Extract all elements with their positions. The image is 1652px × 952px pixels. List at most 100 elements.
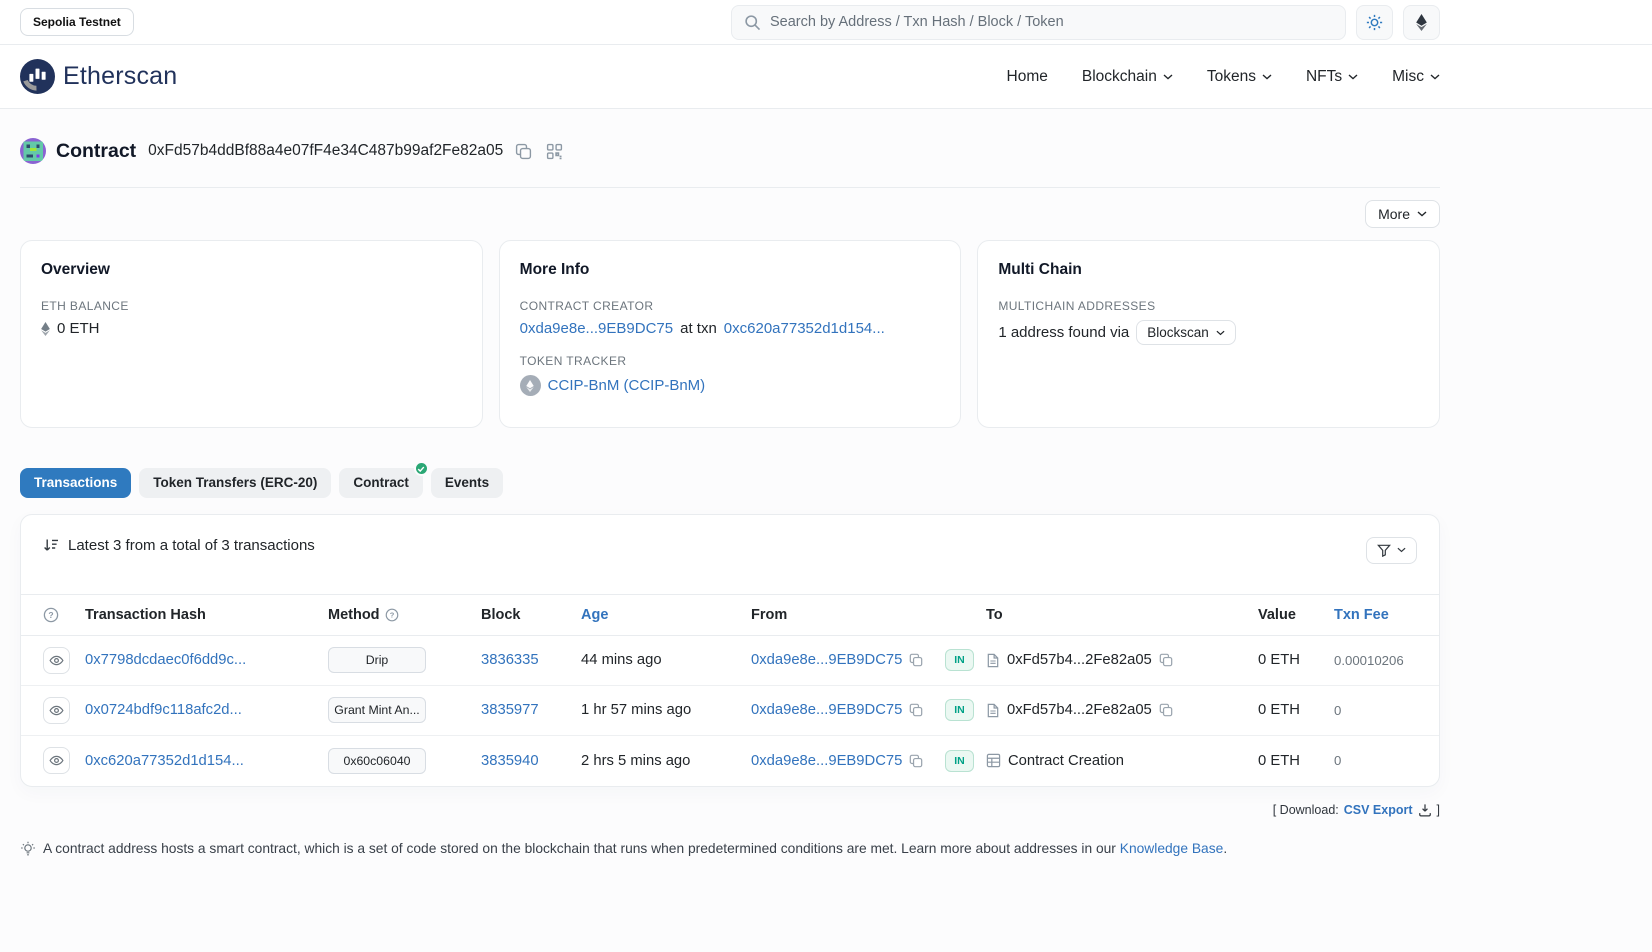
direction-badge: IN: [945, 649, 974, 671]
from-copy-button[interactable]: [909, 703, 923, 717]
eye-icon: [49, 753, 64, 768]
contract-header: Contract 0xFd57b4ddBf88a4e07fF4e34C487b9…: [20, 109, 1440, 169]
table-header: ? Transaction Hash Method ? Block Age Fr…: [21, 594, 1439, 636]
chevron-down-icon: [1348, 74, 1358, 80]
avatar: [20, 138, 46, 164]
search-input[interactable]: [770, 14, 1333, 30]
preview-tx-button[interactable]: [43, 647, 70, 674]
top-bar: Sepolia Testnet: [0, 0, 1652, 45]
block-link[interactable]: 3836335: [481, 652, 539, 668]
knowledge-base-link[interactable]: Knowledge Base: [1120, 841, 1224, 856]
qr-code-button[interactable]: [544, 141, 565, 162]
col-from: From: [751, 607, 945, 623]
etherscan-logo[interactable]: Etherscan: [20, 59, 177, 94]
download-prefix: [ Download:: [1273, 803, 1339, 817]
nav-item-label: NFTs: [1306, 68, 1342, 86]
nav-item-tokens[interactable]: Tokens: [1207, 68, 1272, 86]
more-button[interactable]: More: [1365, 200, 1440, 228]
tx-hash-link[interactable]: 0x7798dcdaec0f6dd9c...: [85, 652, 246, 668]
csv-export-link[interactable]: CSV Export: [1344, 803, 1413, 817]
eye-icon: [49, 703, 64, 718]
nav-item-label: Home: [1007, 68, 1048, 86]
value-text: 0 ETH: [1258, 702, 1334, 718]
nav-item-nfts[interactable]: NFTs: [1306, 68, 1358, 86]
note-text: A contract address hosts a smart contrac…: [43, 841, 1116, 856]
theme-toggle-button[interactable]: [1356, 5, 1393, 40]
direction-badge: IN: [945, 699, 974, 721]
tx-hash-link[interactable]: 0x0724bdf9c118afc2d...: [85, 702, 242, 718]
token-tracker-link[interactable]: CCIP-BnM (CCIP-BnM): [548, 377, 706, 394]
creation-txn-link[interactable]: 0xc620a77352d1d154...: [724, 320, 885, 337]
contract-creator-label: CONTRACT CREATOR: [520, 299, 941, 313]
filter-button[interactable]: [1366, 537, 1417, 564]
tx-table-body: 0x7798dcdaec0f6dd9c... Drip 3836335 44 m…: [21, 636, 1439, 786]
nav-item-blockchain[interactable]: Blockchain: [1082, 68, 1173, 86]
eth-diamond-icon: [41, 322, 50, 336]
chevron-down-icon: [1262, 74, 1272, 80]
tab-label: Transactions: [34, 475, 117, 490]
copy-address-button[interactable]: [513, 141, 534, 162]
nav-item-home[interactable]: Home: [1007, 68, 1048, 86]
block-link[interactable]: 3835977: [481, 702, 539, 718]
more-info-card-title: More Info: [520, 261, 941, 279]
nav-bar: Etherscan Home Blockchain Tokens NFTs Mi…: [0, 45, 1652, 109]
tx-hash-link[interactable]: 0xc620a77352d1d154...: [85, 753, 244, 769]
creator-address-link[interactable]: 0xda9e8e...9EB9DC75: [520, 320, 673, 337]
svg-text:?: ?: [48, 610, 53, 620]
from-link[interactable]: 0xda9e8e...9EB9DC75: [751, 753, 902, 769]
token-logo-icon: [520, 375, 541, 396]
transactions-summary: Latest 3 from a total of 3 transactions: [68, 537, 315, 554]
method-badge: 0x60c06040: [328, 748, 426, 774]
tab-contract[interactable]: Contract: [339, 468, 423, 498]
eye-icon: [49, 653, 64, 668]
col-transaction-hash: Transaction Hash: [85, 607, 328, 623]
tab-transactions[interactable]: Transactions: [20, 468, 131, 498]
multichain-addresses-label: MULTICHAIN ADDRESSES: [998, 299, 1419, 313]
network-badge[interactable]: Sepolia Testnet: [20, 8, 134, 36]
etherscan-logo-icon: [20, 59, 55, 94]
overview-card: Overview ETH BALANCE 0 ETH: [20, 240, 483, 428]
verified-badge-icon: [414, 461, 429, 476]
transactions-panel: Latest 3 from a total of 3 transactions …: [20, 514, 1440, 787]
age-text: 1 hr 57 mins ago: [581, 702, 751, 718]
multichain-card-title: Multi Chain: [998, 261, 1419, 279]
from-copy-button[interactable]: [909, 754, 923, 768]
nav-menu: Home Blockchain Tokens NFTs Misc: [1007, 68, 1440, 86]
help-icon: ?: [43, 607, 85, 623]
tab-events[interactable]: Events: [431, 468, 503, 498]
chevron-down-icon: [1163, 74, 1173, 80]
value-text: 0 ETH: [1258, 652, 1334, 668]
chevron-down-icon: [1417, 211, 1427, 217]
txn-fee-text: 0: [1334, 703, 1417, 718]
tab-token-transfers-erc-20[interactable]: Token Transfers (ERC-20): [139, 468, 331, 498]
method-badge: Grant Mint An...: [328, 697, 426, 723]
preview-tx-button[interactable]: [43, 747, 70, 774]
download-suffix: ]: [1437, 803, 1440, 817]
footer-note: A contract address hosts a smart contrac…: [20, 841, 1440, 857]
gas-tracker-button[interactable]: [1403, 5, 1440, 40]
chevron-down-icon: [1430, 74, 1440, 80]
tab-label: Contract: [353, 475, 409, 490]
document-icon: [986, 703, 1000, 718]
from-link[interactable]: 0xda9e8e...9EB9DC75: [751, 652, 902, 668]
download-icon: [1418, 803, 1432, 817]
preview-tx-button[interactable]: [43, 697, 70, 724]
from-copy-button[interactable]: [909, 653, 923, 667]
block-link[interactable]: 3835940: [481, 753, 539, 769]
col-txn-fee-toggle[interactable]: Txn Fee: [1334, 607, 1417, 623]
document-icon: [986, 653, 1000, 668]
nav-item-misc[interactable]: Misc: [1392, 68, 1440, 86]
table-row: 0x7798dcdaec0f6dd9c... Drip 3836335 44 m…: [21, 636, 1439, 686]
to-copy-button[interactable]: [1159, 653, 1173, 667]
age-text: 44 mins ago: [581, 652, 751, 668]
col-block: Block: [481, 607, 581, 623]
copy-icon: [909, 754, 923, 768]
col-age-toggle[interactable]: Age: [581, 607, 751, 623]
eth-diamond-icon: [1416, 14, 1427, 31]
blockscan-dropdown[interactable]: Blockscan: [1136, 320, 1236, 345]
svg-text:?: ?: [389, 610, 394, 619]
from-link[interactable]: 0xda9e8e...9EB9DC75: [751, 702, 902, 718]
header-divider: [20, 187, 1440, 188]
to-copy-button[interactable]: [1159, 703, 1173, 717]
contract-address: 0xFd57b4ddBf88a4e07fF4e34C487b99af2Fe82a…: [148, 142, 503, 160]
